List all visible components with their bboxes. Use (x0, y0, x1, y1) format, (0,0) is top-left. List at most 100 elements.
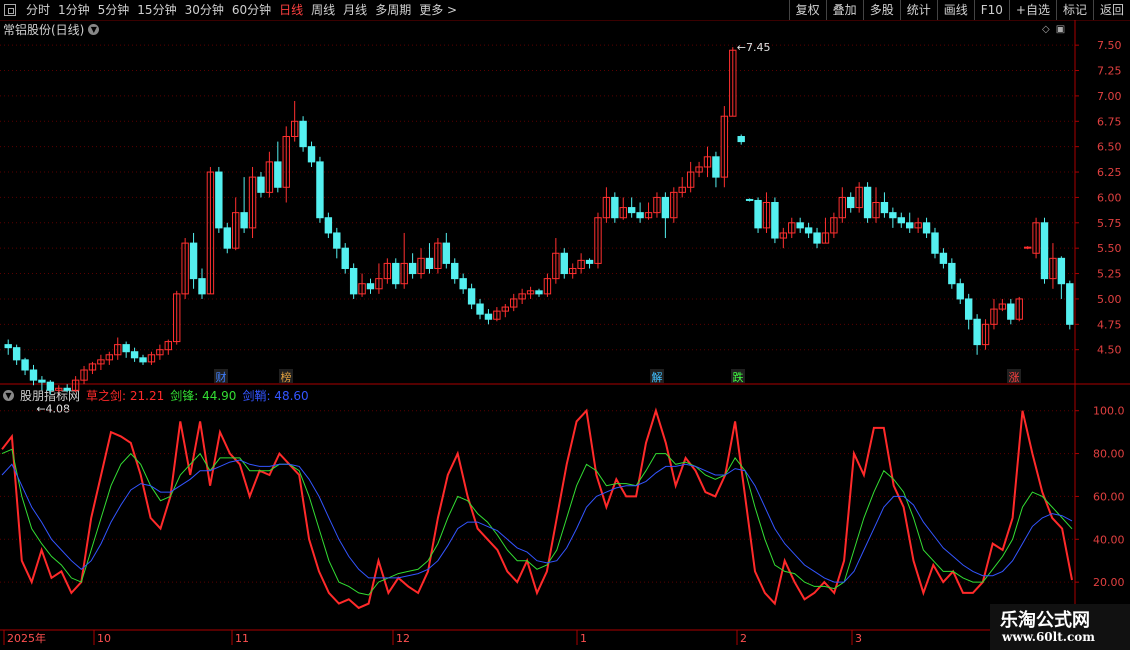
candle-body-50 (425, 257, 434, 269)
candle-body-3 (29, 369, 38, 381)
candle-body-72 (611, 196, 619, 219)
candle-body-7 (63, 387, 71, 391)
low-price-label: ←4.08 (36, 402, 70, 415)
candle-body-115 (973, 318, 981, 346)
event-marker-0: 财 (216, 370, 227, 384)
candle-body-111 (939, 252, 948, 264)
candle-body-56 (476, 303, 484, 315)
price-tick-label-12: 4.50 (1097, 344, 1122, 357)
candle-body-110 (931, 232, 939, 254)
x-axis-label-3: 12 (396, 632, 410, 645)
indicator-line-0 (1, 407, 1073, 610)
candle-body-114 (964, 298, 973, 320)
candle-body-46 (392, 262, 400, 285)
chart-canvas[interactable]: 7.50 7.25 7.00 6.75 6.50 6.25 6.00 5.75 5.50 5.25… (0, 0, 1130, 650)
event-marker-1: 榜 (281, 370, 292, 384)
candle-body-84 (712, 156, 720, 178)
indicator-tick-label-0: 100.0 (1093, 405, 1125, 418)
candle-body-63 (535, 290, 543, 295)
candle-body-78 (661, 196, 670, 219)
candle-body-22 (189, 242, 198, 280)
candle-body-95 (804, 227, 813, 234)
indicator-tick-label-1: 80.00 (1093, 448, 1125, 461)
x-axis-label-0: 2025年 (7, 631, 46, 645)
candle-body-2 (21, 359, 29, 371)
candle-body-0 (4, 344, 12, 349)
price-tick-label-1: 7.25 (1097, 65, 1122, 78)
candle-body-102 (863, 186, 872, 219)
price-tick-label-2: 7.00 (1097, 90, 1122, 103)
candle-body-30 (257, 176, 265, 193)
price-tick-label-7: 5.75 (1097, 217, 1122, 230)
candle-body-123 (1040, 222, 1049, 280)
candle-body-109 (922, 222, 931, 234)
candle-body-48 (408, 262, 417, 275)
price-tick-label-10: 5.00 (1097, 293, 1122, 306)
price-tick-label-0: 7.50 (1097, 39, 1122, 52)
candle-body-125 (1057, 257, 1066, 285)
candle-body-104 (880, 202, 889, 214)
candle-body-25 (215, 171, 223, 229)
candle-body-105 (889, 212, 897, 219)
candle-body-26 (223, 227, 231, 249)
event-marker-2: 解 (652, 370, 663, 384)
x-axis-label-6: 3 (855, 632, 862, 645)
candle-body-119 (1007, 303, 1015, 320)
x-axis-label-1: 10 (97, 632, 111, 645)
price-tick-label-11: 4.75 (1097, 318, 1122, 331)
price-tick-label-4: 6.50 (1097, 141, 1122, 154)
candle-body-14 (122, 344, 130, 353)
candle-body-36 (307, 146, 316, 163)
candle-body-75 (636, 212, 644, 219)
indicator-tick-label-2: 60.00 (1093, 490, 1125, 503)
candle-body-28 (240, 212, 248, 229)
watermark-title: 乐淘公式网 (1000, 610, 1090, 631)
candle-body-38 (324, 217, 333, 234)
candle-body-88 (745, 198, 754, 201)
event-marker-4: 涨 (1009, 371, 1020, 384)
candle-body-126 (1066, 283, 1074, 325)
candle-body-91 (771, 202, 779, 239)
high-price-label: ←7.45 (737, 41, 771, 54)
candle-body-37 (316, 161, 324, 219)
candle-body-87 (737, 136, 745, 143)
candle-body-106 (897, 217, 905, 224)
candle-body-57 (484, 313, 493, 320)
candle-body-107 (906, 222, 914, 229)
x-axis-label-2: 11 (235, 632, 249, 645)
price-tick-label-5: 6.25 (1097, 166, 1122, 179)
x-axis-label-5: 2 (740, 632, 747, 645)
x-axis-label-4: 1 (580, 632, 587, 645)
candle-body-113 (956, 283, 964, 300)
candle-body-40 (341, 247, 349, 269)
candle-body-53 (451, 262, 459, 280)
candle-body-54 (459, 278, 467, 290)
candle-body-55 (467, 288, 476, 305)
indicator-tick-label-3: 40.00 (1093, 533, 1125, 546)
candle-body-41 (349, 267, 358, 295)
candle-body-39 (333, 232, 341, 249)
candle-body-94 (796, 222, 804, 229)
candle-body-69 (585, 259, 594, 264)
candle-body-35 (299, 120, 307, 148)
price-tick-label-9: 5.25 (1097, 268, 1122, 281)
candle-body-100 (847, 196, 855, 209)
candle-body-96 (813, 232, 821, 244)
candle-body-15 (130, 351, 139, 359)
price-tick-label-3: 6.75 (1097, 115, 1122, 128)
candle-body-32 (274, 161, 282, 188)
price-tick-label-8: 5.50 (1097, 242, 1122, 255)
candle-body-23 (198, 278, 206, 295)
candle-body-4 (38, 379, 46, 383)
candle-body-89 (754, 199, 762, 229)
candle-body-1 (12, 347, 21, 361)
candle-body-16 (139, 357, 147, 363)
candle-body-43 (366, 283, 375, 290)
indicator-tick-label-4: 20.00 (1093, 576, 1125, 589)
candle-body-66 (560, 252, 568, 275)
candle-body-52 (442, 242, 451, 264)
price-tick-label-6: 6.00 (1097, 191, 1122, 204)
event-marker-3: 跌 (733, 370, 744, 384)
watermark-url: www.60lt.com (1002, 630, 1095, 644)
candle-body-74 (627, 207, 636, 214)
